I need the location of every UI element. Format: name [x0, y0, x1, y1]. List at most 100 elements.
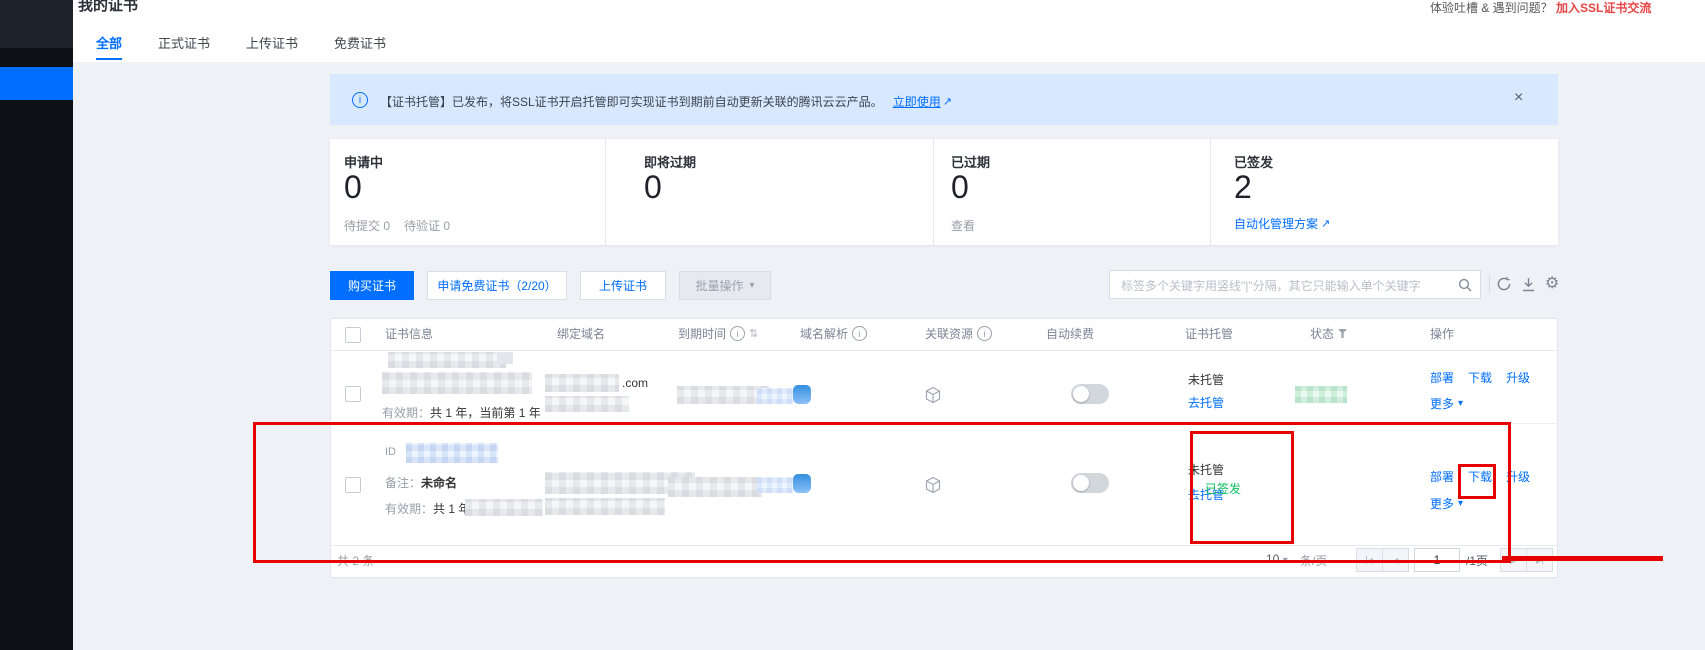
- linked-resource-icon[interactable]: [924, 476, 942, 494]
- redacted-validity: [465, 499, 543, 516]
- row-divider: [331, 423, 1557, 424]
- row-actions: 部署 下载 升级: [1430, 468, 1530, 485]
- stat-applying: 申请中 0 待提交 0 待验证 0: [330, 139, 605, 245]
- upgrade-link[interactable]: 升级: [1506, 468, 1530, 485]
- last-page-button[interactable]: ▶: [1526, 548, 1553, 572]
- batch-actions-label: 批量操作: [695, 277, 743, 294]
- col-header-expire: 到期时间 i ⇅: [678, 325, 758, 342]
- stat-sub-pending-verify: 待验证 0: [404, 217, 450, 234]
- dns-resolution-icon[interactable]: [793, 474, 811, 493]
- stat-value: 0: [951, 167, 969, 207]
- feedback-banner: 体验吐槽 & 遇到问题？ 加入SSL证书交流: [1430, 0, 1651, 16]
- auto-renew-toggle[interactable]: [1071, 473, 1109, 493]
- feedback-link[interactable]: 加入SSL证书交流: [1556, 1, 1651, 15]
- download-link[interactable]: 下载: [1468, 468, 1492, 485]
- tab-formal-cert[interactable]: 正式证书: [158, 27, 210, 58]
- search-icon[interactable]: [1458, 278, 1472, 292]
- next-page-button[interactable]: ▶: [1500, 548, 1527, 572]
- upload-cert-button[interactable]: 上传证书: [580, 271, 666, 300]
- sidebar-logo-area: [0, 0, 73, 48]
- info-icon: i: [352, 92, 368, 108]
- page-title: 我的证书: [78, 0, 138, 15]
- more-dropdown[interactable]: 更多▾: [1430, 395, 1463, 412]
- col-header-actions: 操作: [1430, 325, 1454, 342]
- dns-resolution-icon[interactable]: [793, 385, 811, 404]
- info-icon[interactable]: i: [852, 326, 867, 341]
- chevron-down-icon: ▾: [1458, 398, 1463, 409]
- automation-plan-label: 自动化管理方案: [1234, 215, 1318, 232]
- download-link[interactable]: 下载: [1468, 369, 1492, 386]
- row-checkbox[interactable]: [345, 477, 361, 493]
- apply-free-cert-button[interactable]: 申请免费证书（2/20）: [427, 271, 567, 300]
- search-input[interactable]: [1119, 272, 1453, 299]
- tab-bar: 全部 正式证书 上传证书 免费证书: [96, 27, 386, 60]
- row-actions: 部署 下载 升级: [1430, 369, 1530, 386]
- stat-sub-pending-submit: 待提交 0: [344, 217, 390, 234]
- col-header-domain: 绑定域名: [557, 325, 605, 342]
- redacted-resolution: [757, 477, 793, 493]
- total-count: 共 2 条: [337, 552, 374, 569]
- redacted-expire-date: [668, 477, 762, 497]
- linked-resource-icon[interactable]: [924, 386, 942, 404]
- buy-cert-button[interactable]: 购买证书: [330, 271, 414, 300]
- stat-value: 0: [644, 167, 662, 207]
- col-header-resolution: 域名解析 i: [800, 325, 867, 342]
- banner-use-now-link[interactable]: 立即使用: [893, 93, 941, 110]
- tab-free-cert[interactable]: 免费证书: [334, 27, 386, 58]
- automation-plan-link[interactable]: 自动化管理方案 ↗: [1234, 215, 1330, 232]
- stat-expiring: 即将过期 0: [605, 139, 933, 245]
- header-divider: [330, 350, 1558, 351]
- current-page-input[interactable]: 1: [1414, 548, 1460, 572]
- stat-value: 2: [1234, 167, 1252, 207]
- upgrade-link[interactable]: 升级: [1506, 369, 1530, 386]
- redacted-expire-date: [677, 386, 769, 404]
- redacted-status: [1295, 386, 1347, 403]
- page-size-select[interactable]: 10 ▾: [1266, 552, 1288, 566]
- feedback-text: 体验吐槽 & 遇到问题？: [1430, 1, 1553, 15]
- redacted-cert-id: [406, 443, 498, 463]
- hosting-notice-banner: i 【证书托管】已发布，将SSL证书开启托管即可实现证书到期前自动更新关联的腾讯…: [330, 74, 1558, 125]
- gear-icon[interactable]: ⚙: [1545, 276, 1559, 292]
- chevron-down-icon: ▾: [1458, 498, 1463, 509]
- stat-expired: 已过期 0 查看: [933, 139, 1210, 245]
- redacted-cert-name: [388, 352, 506, 368]
- select-all-checkbox[interactable]: [345, 327, 361, 343]
- info-icon[interactable]: i: [730, 326, 745, 341]
- validity-text: 有效期：共 1 年，当前第 1 年: [382, 404, 541, 421]
- info-icon[interactable]: i: [977, 326, 992, 341]
- auto-renew-toggle[interactable]: [1071, 384, 1109, 404]
- row-checkbox[interactable]: [345, 386, 361, 402]
- status-issued: 已签发: [1205, 480, 1241, 497]
- first-page-button[interactable]: ◀: [1356, 548, 1383, 572]
- note-text: 备注：未命名: [385, 474, 457, 491]
- sort-icon[interactable]: ⇅: [749, 327, 758, 340]
- col-header-status: 状态: [1310, 325, 1347, 342]
- deploy-link[interactable]: 部署: [1430, 468, 1454, 485]
- tab-all[interactable]: 全部: [96, 27, 122, 60]
- deploy-link[interactable]: 部署: [1430, 369, 1454, 386]
- go-hosting-link[interactable]: 去托管: [1188, 394, 1224, 411]
- hosting-state: 未托管: [1188, 371, 1224, 388]
- banner-text-row: 【证书托管】已发布，将SSL证书开启托管即可实现证书到期前自动更新关联的腾讯云云…: [380, 93, 952, 110]
- prev-page-button[interactable]: ◀: [1382, 548, 1409, 572]
- banner-message: 【证书托管】已发布，将SSL证书开启托管即可实现证书到期前自动更新关联的腾讯云云…: [380, 93, 883, 110]
- sidebar-active-item[interactable]: [0, 67, 73, 100]
- hosting-state: 未托管: [1188, 461, 1224, 478]
- refresh-icon[interactable]: [1496, 276, 1512, 292]
- certificate-table: [330, 318, 1558, 578]
- filter-icon[interactable]: [1338, 329, 1347, 338]
- close-icon[interactable]: ×: [1514, 89, 1523, 107]
- col-header-resources: 关联资源 i: [925, 325, 992, 342]
- more-dropdown[interactable]: 更多▾: [1430, 495, 1463, 512]
- toolbar-icon-group: ⚙: [1496, 276, 1559, 292]
- prev-icon: ◀: [1367, 556, 1373, 565]
- batch-actions-button[interactable]: 批量操作 ▾: [679, 271, 771, 300]
- view-link[interactable]: 查看: [951, 217, 975, 234]
- col-header-auto-renew: 自动续费: [1046, 325, 1094, 342]
- chevron-down-icon: ▾: [749, 280, 754, 291]
- footer-divider: [330, 545, 1558, 546]
- tab-upload-cert[interactable]: 上传证书: [246, 27, 298, 58]
- download-icon[interactable]: [1521, 277, 1536, 292]
- search-box: [1109, 270, 1481, 299]
- redacted-domain: [545, 374, 619, 392]
